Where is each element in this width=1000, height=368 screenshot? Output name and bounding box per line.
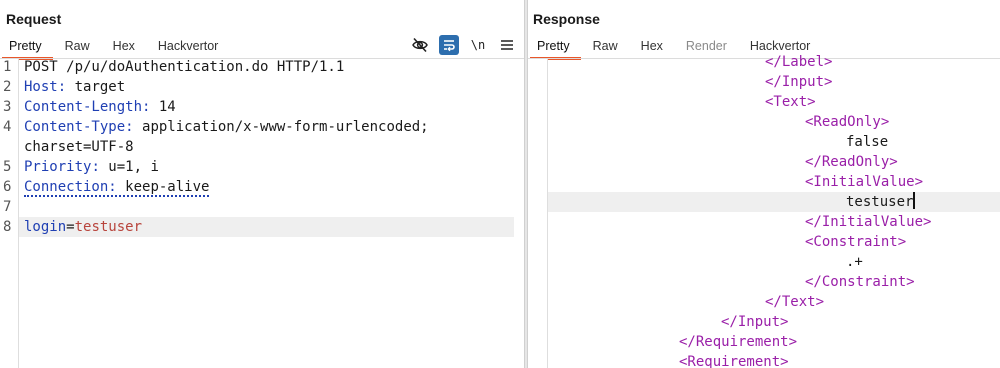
- tab-request-hackvertor[interactable]: Hackvertor: [148, 36, 231, 58]
- xml-close-tag: </Text>: [765, 294, 825, 310]
- newline-toggle[interactable]: \n: [468, 35, 488, 55]
- header-name: Host: [24, 79, 58, 95]
- xml-close-tag: </Constraint>: [805, 274, 915, 290]
- xml-close-tag: </InitialValue>: [805, 214, 932, 230]
- body-param-name: login: [24, 219, 67, 235]
- request-editor[interactable]: 1 2 3 4 5 6 7 8 POST /p/u/doAuthenticati…: [0, 59, 524, 368]
- header-content-type: Content-Type: application/x-www-form-url…: [24, 117, 429, 137]
- request-toolbar: \n: [410, 34, 524, 56]
- xml-close-tag: </Label>: [765, 54, 833, 70]
- line-number: 4: [3, 119, 12, 135]
- xml-open-tag: <ReadOnly>: [805, 114, 890, 130]
- header-host: Host: target: [24, 77, 125, 97]
- xml-open-tag: <Constraint>: [805, 234, 907, 250]
- xml-text-value: testuser: [846, 194, 914, 210]
- eye-slash-icon[interactable]: [410, 35, 430, 55]
- header-priority: Priority: u=1, i: [24, 157, 159, 177]
- tab-response-pretty[interactable]: Pretty: [528, 36, 583, 60]
- header-separator: :: [125, 119, 134, 135]
- header-value: target: [66, 79, 126, 95]
- xml-close-tag: </Input>: [721, 314, 789, 330]
- hamburger-menu-icon[interactable]: [497, 35, 517, 55]
- newline-label: \n: [470, 38, 486, 52]
- response-pane: Response Pretty Raw Hex Render Hackverto…: [528, 0, 1000, 368]
- line-number: 5: [3, 159, 12, 175]
- header-name: Priority: [24, 159, 92, 175]
- header-separator: :: [91, 159, 100, 175]
- request-title: Request: [6, 11, 62, 27]
- body-param-equals: =: [66, 219, 75, 235]
- request-tabs: Pretty Raw Hex Hackvertor: [0, 36, 231, 60]
- current-line-highlight: [548, 192, 1000, 212]
- header-value: u=1, i: [99, 159, 159, 175]
- header-value: 14: [150, 99, 176, 115]
- header-content-type-continuation: charset=UTF-8: [24, 139, 134, 155]
- tab-request-pretty[interactable]: Pretty: [0, 36, 55, 60]
- tab-response-render[interactable]: Render: [676, 36, 740, 58]
- tab-request-hex[interactable]: Hex: [103, 36, 148, 58]
- word-wrap-icon[interactable]: [439, 35, 459, 55]
- body-param-value: testuser: [74, 219, 143, 235]
- header-content-length: Content-Length: 14: [24, 97, 176, 117]
- line-number: 8: [3, 219, 12, 235]
- header-value: keep-alive: [116, 179, 210, 195]
- request-line-gutter: 1 2 3 4 5 6 7 8: [0, 59, 19, 368]
- tab-response-hex[interactable]: Hex: [631, 36, 676, 58]
- xml-text-value-line: testuser: [846, 192, 915, 212]
- request-pane: Request Pretty Raw Hex Hackvertor \n 1 2…: [0, 0, 524, 368]
- response-line-gutter: [528, 59, 548, 368]
- tab-response-raw[interactable]: Raw: [583, 36, 631, 58]
- xml-open-tag: <InitialValue>: [805, 174, 924, 190]
- response-editor[interactable]: </Label> </Input> <Text> <ReadOnly> fals…: [528, 54, 1000, 368]
- text-caret: [913, 192, 915, 209]
- response-title: Response: [533, 11, 600, 27]
- line-number: 2: [3, 79, 12, 95]
- request-body: login=testuser: [24, 217, 142, 237]
- line-number: 6: [3, 179, 12, 195]
- header-name: Content-Length: [24, 99, 143, 115]
- xml-close-tag: </Input>: [765, 74, 833, 90]
- line-number: 7: [3, 199, 12, 215]
- header-name: Connection: [24, 179, 109, 195]
- xml-text-value: false: [846, 134, 889, 150]
- xml-close-tag: </ReadOnly>: [805, 154, 898, 170]
- line-number: 1: [3, 59, 12, 75]
- line-number: 3: [3, 99, 12, 115]
- header-separator: :: [108, 179, 117, 195]
- xml-close-tag: </Requirement>: [679, 334, 798, 350]
- request-line: POST /p/u/doAuthentication.do HTTP/1.1: [24, 59, 345, 75]
- header-value: application/x-www-form-urlencoded;: [133, 119, 429, 135]
- header-separator: :: [57, 79, 67, 95]
- xml-open-tag: <Requirement>: [679, 354, 789, 368]
- tab-request-raw[interactable]: Raw: [55, 36, 103, 58]
- xml-open-tag: <Text>: [765, 94, 816, 110]
- xml-text-value: .+: [846, 254, 863, 270]
- header-name: Content-Type: [24, 119, 126, 135]
- header-connection: Connection: keep-alive: [24, 177, 210, 197]
